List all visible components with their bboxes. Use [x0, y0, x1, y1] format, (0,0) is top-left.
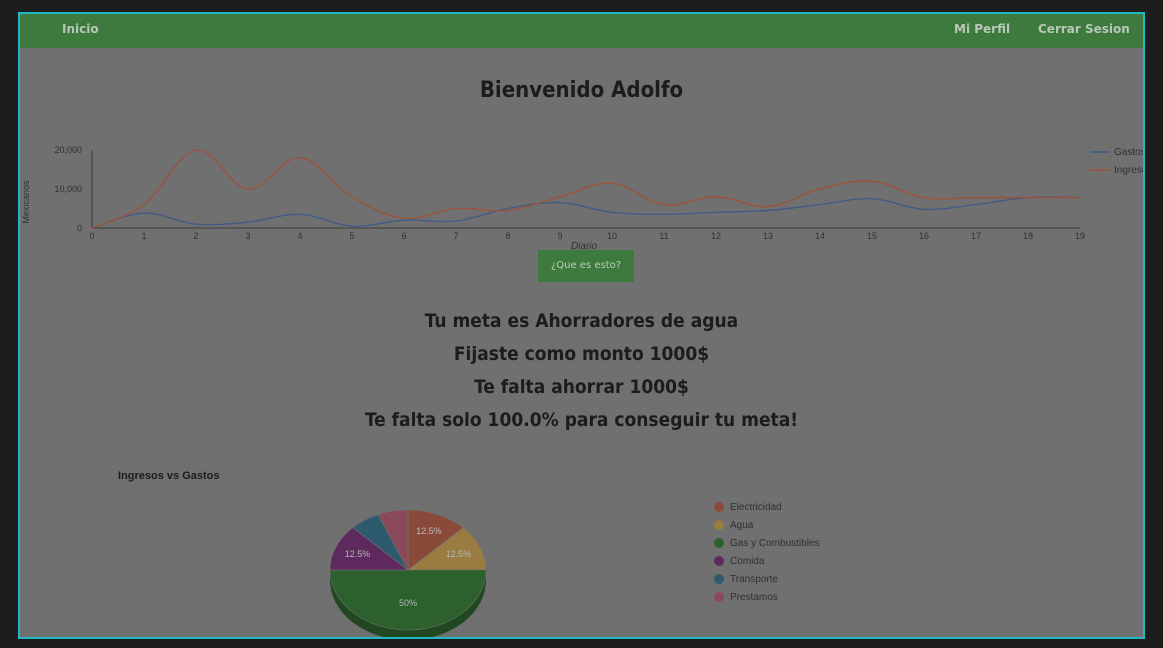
- x-tick-label: 2: [193, 231, 198, 241]
- x-tick-label: 15: [867, 231, 877, 241]
- pie-legend-label: Comida: [730, 555, 765, 567]
- legend-label-gastos: Gastos: [1114, 147, 1143, 158]
- pie-legend-label: Electricidad: [730, 501, 782, 513]
- what-is-this-button[interactable]: ¿Que es esto?: [538, 250, 634, 282]
- x-tick-label: 8: [505, 231, 510, 241]
- x-tick-label: 5: [349, 231, 354, 241]
- x-tick-label: 14: [815, 231, 825, 241]
- pie-slice-label: 12.5%: [446, 549, 472, 559]
- legend-dot: [714, 538, 724, 548]
- legend-dot: [714, 592, 724, 602]
- pie-legend-label: Gas y Combustibles: [730, 537, 820, 549]
- legend-dot: [714, 556, 724, 566]
- pie-legend-label: Prestamos: [730, 591, 778, 603]
- y-tick-label: 20,000: [54, 145, 82, 155]
- pie-chart-title: Ingresos vs Gastos: [118, 470, 220, 482]
- welcome-title: Bienvenido Adolfo: [479, 78, 684, 103]
- legend-dot: [714, 520, 724, 530]
- pie-slice-label: 12.5%: [345, 549, 371, 559]
- goal-line-4: Te falta solo 100.0% para conseguir tu m…: [364, 409, 799, 431]
- navbar: Inicio Mi Perfil Cerrar Sesion: [20, 14, 1143, 48]
- pie-legend-label: Transporte: [730, 573, 778, 585]
- pie-chart: 12.5% 12.5% 50% 12.5%: [329, 509, 487, 637]
- series-line-gastos: [91, 196, 1081, 229]
- legend-dot: [714, 574, 724, 584]
- x-tick-label: 11: [659, 231, 668, 241]
- pie-legend: Electricidad Agua Gas y Combustibles Comida…: [714, 498, 819, 606]
- nav-logout-link[interactable]: Cerrar Sesion: [1038, 22, 1130, 36]
- goal-line-2: Fijaste como monto 1000$: [453, 343, 710, 365]
- app-frame: Inicio Mi Perfil Cerrar Sesion Bienvenid…: [18, 12, 1145, 639]
- y-tick-label: 10,000: [54, 184, 82, 194]
- x-tick-label: 19: [1075, 231, 1085, 241]
- x-tick-label: 7: [453, 231, 458, 241]
- series-line-ingresos: [91, 149, 1080, 229]
- pie-legend-item: Electricidad: [714, 498, 819, 516]
- pie-legend-item: Gas y Combustibles: [714, 534, 819, 552]
- x-tick-label: 3: [245, 231, 250, 241]
- x-tick-label: 9: [557, 231, 562, 241]
- x-tick-label: 6: [401, 231, 406, 241]
- y-tick-label: 0: [77, 223, 82, 233]
- x-tick-label: 10: [607, 231, 617, 241]
- goal-line-3: Te falta ahorrar 1000$: [474, 376, 689, 398]
- y-axis-label: Mexicanos: [21, 180, 31, 224]
- pie-legend-item: Prestamos: [714, 588, 819, 606]
- pie-legend-item: Transporte: [714, 570, 819, 588]
- nav-profile-link[interactable]: Mi Perfil: [954, 22, 1010, 36]
- x-tick-label: 4: [297, 231, 302, 241]
- x-tick-label: 1: [141, 231, 146, 241]
- x-tick-label: 18: [1023, 231, 1033, 241]
- pie-slice-label: 12.5%: [416, 526, 442, 536]
- pie-legend-item: Agua: [714, 516, 819, 534]
- x-tick-label: 12: [711, 231, 721, 241]
- pie-slice-label: 50%: [399, 598, 417, 608]
- x-tick-label: 13: [763, 231, 773, 241]
- x-tick-label: 17: [971, 231, 981, 241]
- pie-legend-label: Agua: [730, 519, 754, 531]
- nav-home-link[interactable]: Inicio: [62, 22, 99, 36]
- x-tick-label: 0: [89, 231, 94, 241]
- goal-line-1: Tu meta es Ahorradores de agua: [424, 310, 739, 332]
- pie-legend-item: Comida: [714, 552, 819, 570]
- x-tick-label: 16: [919, 231, 929, 241]
- legend-dot: [714, 502, 724, 512]
- legend-label-ingresos: Ingresos: [1114, 165, 1143, 176]
